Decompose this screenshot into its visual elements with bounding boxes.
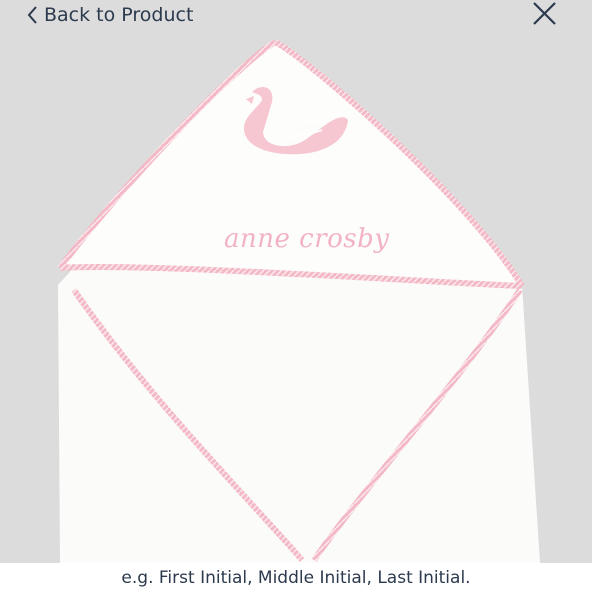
back-to-product-link[interactable]: Back to Product — [26, 2, 193, 28]
product-image: anne crosby — [0, 30, 592, 563]
close-button[interactable] — [530, 0, 558, 28]
top-bar: Back to Product — [0, 0, 592, 30]
monogram-text: anne crosby — [224, 224, 390, 254]
monogram-format-hint: e.g. First Initial, Middle Initial, Last… — [121, 568, 471, 588]
back-label: Back to Product — [44, 4, 194, 26]
hint-bar: e.g. First Initial, Middle Initial, Last… — [0, 563, 592, 593]
chevron-left-icon — [26, 5, 38, 25]
